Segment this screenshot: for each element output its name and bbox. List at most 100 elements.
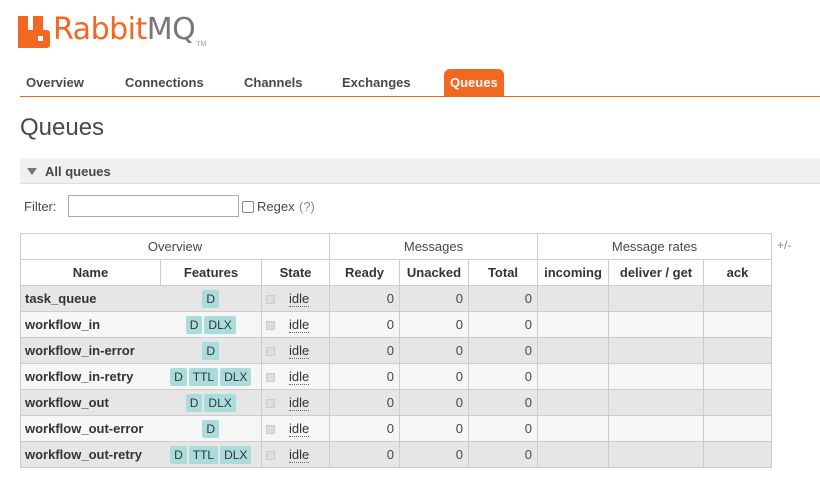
column-header-state[interactable]: State — [261, 259, 330, 286]
table-row[interactable]: workflow_in-retry D TTL DLX idle 0 0 0 — [20, 363, 772, 390]
state-label: idle — [289, 343, 310, 359]
rate-ack-cell — [703, 389, 772, 416]
state-label: idle — [289, 447, 310, 463]
column-header-features[interactable]: Features — [160, 259, 262, 286]
feature-badge: D — [202, 289, 220, 308]
table-row[interactable]: workflow_in-error Didle 0 0 0 — [20, 337, 772, 364]
table-row[interactable]: workflow_out-retry D TTL DLX idle 0 0 0 — [20, 441, 772, 468]
messages-ready-cell: 0 — [329, 337, 400, 364]
feature-badge: DLX — [220, 445, 252, 464]
feature-badge: D — [185, 393, 203, 412]
feature-badge: D — [202, 419, 220, 438]
trademark-label: TM — [196, 41, 207, 48]
queue-name-link[interactable]: workflow_in — [20, 311, 161, 338]
feature-badge: D — [202, 341, 220, 360]
state-label: idle — [289, 317, 310, 333]
toggle-columns-link[interactable]: +/- — [777, 238, 791, 252]
queue-name-link[interactable]: workflow_out-error — [20, 415, 161, 442]
rate-deliver-get-cell — [608, 389, 704, 416]
section-title: All queues — [45, 164, 111, 179]
queue-state: idle — [261, 285, 330, 312]
all-queues-section-header[interactable]: All queues — [20, 158, 820, 184]
rate-incoming-cell — [537, 415, 609, 442]
column-header-deliver-get[interactable]: deliver / get — [608, 259, 704, 286]
messages-total-cell: 0 — [468, 311, 538, 338]
queue-features: D TTL DLX — [160, 441, 262, 468]
rate-incoming-cell — [537, 363, 609, 390]
tab-connections[interactable]: Connections — [125, 69, 204, 96]
tab-exchanges[interactable]: Exchanges — [342, 69, 411, 96]
messages-total-cell: 0 — [468, 389, 538, 416]
messages-ready-cell: 0 — [329, 311, 400, 338]
messages-unacked-cell: 0 — [399, 285, 469, 312]
state-label: idle — [289, 395, 310, 411]
feature-badge: TTL — [188, 445, 219, 464]
state-indicator-icon — [266, 295, 275, 305]
rabbitmq-logo[interactable]: RabbitMQ TM — [18, 10, 206, 50]
rate-incoming-cell — [537, 441, 609, 468]
state-label: idle — [289, 421, 310, 437]
rate-ack-cell — [703, 285, 772, 312]
filter-row: Filter: Regex (?) — [24, 195, 724, 217]
filter-input[interactable] — [68, 195, 239, 217]
table-row[interactable]: workflow_out D DLX idle 0 0 0 — [20, 389, 772, 416]
rate-deliver-get-cell — [608, 415, 704, 442]
table-row[interactable]: workflow_out-error Didle 0 0 0 — [20, 415, 772, 442]
collapse-triangle-icon — [27, 168, 37, 175]
rate-ack-cell — [703, 311, 772, 338]
queue-features: D — [160, 337, 262, 364]
feature-badge: TTL — [188, 367, 219, 386]
rate-ack-cell — [703, 363, 772, 390]
regex-label: Regex — [257, 199, 295, 214]
messages-ready-cell: 0 — [329, 389, 400, 416]
tab-queues[interactable]: Queues — [444, 69, 504, 96]
column-header-name[interactable]: Name — [20, 259, 161, 286]
messages-total-cell: 0 — [468, 337, 538, 364]
feature-badge: D — [170, 445, 187, 464]
regex-checkbox[interactable] — [242, 201, 254, 213]
column-header-incoming[interactable]: incoming — [537, 259, 609, 286]
queue-name-link[interactable]: workflow_in-error — [20, 337, 161, 364]
rate-ack-cell — [703, 441, 772, 468]
filter-label: Filter: — [24, 199, 57, 214]
column-header-ack[interactable]: ack — [703, 259, 772, 286]
regex-help-link[interactable]: (?) — [299, 199, 315, 214]
queue-features: D TTL DLX — [160, 363, 262, 390]
feature-badge: DLX — [220, 367, 252, 386]
queue-state: idle — [261, 415, 330, 442]
state-indicator-icon — [266, 399, 275, 409]
feature-badge: D — [170, 367, 187, 386]
state-indicator-icon — [266, 321, 275, 331]
messages-ready-cell: 0 — [329, 285, 400, 312]
column-header-total[interactable]: Total — [468, 259, 538, 286]
rabbit-logo-icon — [18, 16, 50, 48]
rate-incoming-cell — [537, 389, 609, 416]
table-row[interactable]: workflow_in D DLX idle 0 0 0 — [20, 311, 772, 338]
queue-name-link[interactable]: workflow_out — [20, 389, 161, 416]
rate-ack-cell — [703, 415, 772, 442]
rate-deliver-get-cell — [608, 337, 704, 364]
column-header-unacked[interactable]: Unacked — [399, 259, 469, 286]
main-nav-tabs: Overview Connections Channels Exchanges … — [20, 69, 820, 97]
queue-name-link[interactable]: workflow_out-retry — [20, 441, 161, 468]
queue-rows: task_queue Didle 0 0 0 workflow_in D DLX idle 0 0 0… — [20, 285, 772, 468]
tab-channels[interactable]: Channels — [244, 69, 303, 96]
queue-features: D DLX — [160, 389, 262, 416]
rate-deliver-get-cell — [608, 441, 704, 468]
messages-unacked-cell: 0 — [399, 337, 469, 364]
messages-ready-cell: 0 — [329, 441, 400, 468]
queue-name-link[interactable]: task_queue — [20, 285, 161, 312]
queue-name-link[interactable]: workflow_in-retry — [20, 363, 161, 390]
feature-badge: D — [185, 315, 203, 334]
state-indicator-icon — [266, 451, 275, 461]
table-row[interactable]: task_queue Didle 0 0 0 — [20, 285, 772, 312]
queue-state: idle — [261, 311, 330, 338]
tab-overview[interactable]: Overview — [26, 69, 84, 96]
rate-incoming-cell — [537, 285, 609, 312]
queue-features: D DLX — [160, 311, 262, 338]
messages-total-cell: 0 — [468, 285, 538, 312]
column-header-ready[interactable]: Ready — [329, 259, 400, 286]
queue-state: idle — [261, 441, 330, 468]
state-label: idle — [289, 291, 310, 307]
messages-unacked-cell: 0 — [399, 415, 469, 442]
